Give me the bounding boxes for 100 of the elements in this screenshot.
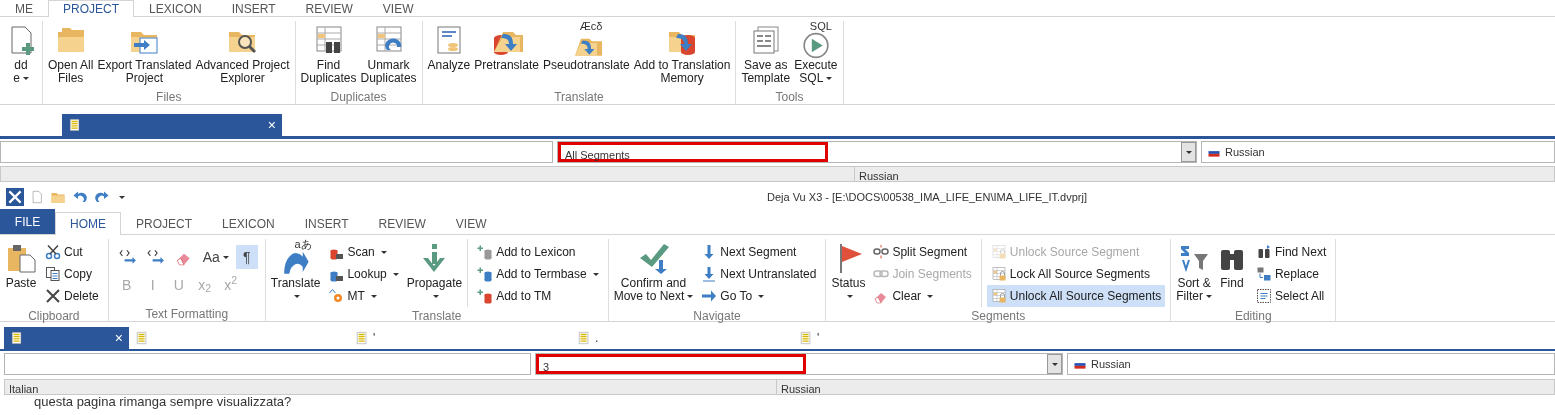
database-plus-icon: [477, 266, 494, 282]
group-label: Clipboard: [27, 308, 81, 323]
ribbon-button[interactable]: Pretranslate: [472, 21, 541, 72]
filter-combo[interactable]: 3: [535, 353, 1063, 375]
ribbon-button[interactable]: Export Translated Project: [95, 21, 194, 85]
dropdown-button[interactable]: [1181, 142, 1196, 162]
ribbon-tab[interactable]: ME: [0, 0, 48, 16]
group-label: Navigate: [692, 308, 742, 323]
group-label: Files: [155, 89, 183, 104]
ribbon-button[interactable]: dd e: [3, 21, 39, 85]
dropdown-button[interactable]: [1047, 354, 1062, 374]
ribbon-tab[interactable]: REVIEW: [363, 212, 441, 234]
ribbon-tab[interactable]: VIEW: [367, 0, 429, 16]
database-plus-icon: [477, 288, 494, 304]
app-logo-icon: [6, 188, 24, 206]
ribbon-button[interactable]: MT: [324, 285, 403, 307]
file-tab[interactable]: FILE: [0, 209, 55, 234]
input-field[interactable]: [0, 141, 553, 163]
copy-icon: [45, 266, 61, 282]
scissors-icon: [45, 244, 61, 260]
document-tab[interactable]: ×: [62, 114, 282, 136]
column-header: Russian: [776, 380, 825, 394]
ribbon-tab[interactable]: PROJECT: [121, 212, 207, 234]
filter-value: 3: [536, 354, 806, 374]
ribbon-tab[interactable]: REVIEW: [290, 0, 368, 16]
ribbon-button[interactable]: Unmark Duplicates: [358, 21, 419, 85]
right-arrow-icon: [701, 288, 718, 304]
icon-label: aあ: [294, 239, 312, 250]
ribbon-button[interactable]: Add to TM: [473, 285, 603, 307]
ribbon-button[interactable]: SQL Execute SQL: [792, 21, 840, 85]
ribbon-button[interactable]: Delete: [41, 285, 103, 307]
ribbon-button[interactable]: Propagate: [404, 239, 465, 303]
select-all-icon: [1255, 288, 1272, 304]
document-icon: [799, 331, 813, 345]
tag-arrow-icon: [146, 248, 165, 266]
ribbon-button[interactable]: Lookup: [324, 263, 403, 285]
group-label: Tools: [774, 89, 805, 104]
replace-icon: [1255, 266, 1272, 282]
document-icon: [577, 331, 591, 345]
ribbon-button[interactable]: Replace: [1251, 263, 1331, 285]
ribbon-button[interactable]: Find: [1213, 239, 1250, 290]
ribbon-button[interactable]: Find Next: [1251, 241, 1331, 263]
ribbon-button[interactable]: Go To: [697, 285, 821, 307]
document-icon: [68, 118, 82, 132]
close-icon[interactable]: ×: [114, 327, 123, 349]
group-label: Text Formatting: [144, 306, 230, 321]
language-selector[interactable]: Russian: [1201, 141, 1555, 163]
input-field[interactable]: [4, 353, 531, 375]
document-tab[interactable]: ×: [4, 327, 129, 349]
ribbon-button[interactable]: Scan: [324, 241, 403, 263]
ribbon-button[interactable]: Clear: [869, 285, 976, 307]
document-icon: [135, 331, 149, 345]
ribbon-button[interactable]: Next Segment: [697, 241, 821, 263]
ribbon-button[interactable]: Lock All Source Segments: [986, 263, 1166, 285]
ribbon-button[interactable]: Paste: [3, 239, 39, 290]
format-button[interactable]: ¶: [235, 245, 258, 269]
ribbon-button[interactable]: Cut: [41, 241, 103, 263]
new-document-icon: [30, 190, 44, 204]
ribbon-button[interactable]: Find Duplicates: [298, 21, 359, 85]
ribbon-button[interactable]: Unlock All Source Segments: [986, 285, 1166, 307]
ribbon-button[interactable]: aあ Translate: [268, 239, 323, 303]
ribbon-button[interactable]: Add to Translation Memory: [631, 21, 733, 85]
format-button[interactable]: Aa: [199, 245, 232, 269]
ribbon-button[interactable]: Add to Termbase: [473, 263, 603, 285]
column-header: Russian: [854, 167, 903, 181]
group-label: Segments: [970, 308, 1027, 323]
ribbon-button[interactable]: Confirm and Move to Next: [611, 239, 696, 303]
ribbon-button[interactable]: Æcδ Pseudotranslate: [540, 21, 632, 72]
icon-label: SQL: [809, 21, 832, 32]
redo-icon: [94, 189, 110, 205]
group-label: Translate: [410, 308, 463, 323]
ribbon-button[interactable]: Sort & Filter: [1174, 239, 1214, 303]
ribbon-button[interactable]: Copy: [41, 263, 103, 285]
ribbon-tab[interactable]: INSERT: [216, 0, 291, 16]
ribbon-button[interactable]: Analyze: [425, 21, 473, 72]
ribbon-tab[interactable]: VIEW: [440, 212, 502, 234]
ribbon-button[interactable]: Status: [829, 239, 868, 303]
filter-value: All Segments: [558, 142, 828, 162]
ribbon-button[interactable]: Split Segment: [869, 241, 976, 263]
ribbon-button[interactable]: Advanced Project Explorer: [193, 21, 292, 85]
ribbon-button[interactable]: Open All Files: [46, 21, 96, 85]
ribbon-button[interactable]: Save as Template: [739, 21, 793, 85]
document-tab[interactable]: ': [349, 327, 571, 349]
document-tab[interactable]: .: [571, 327, 793, 349]
ribbon-button[interactable]: Add to Lexicon: [473, 241, 603, 263]
ribbon-button[interactable]: Next Untranslated: [697, 263, 821, 285]
close-icon[interactable]: ×: [267, 114, 276, 136]
document-tab[interactable]: ': [793, 327, 993, 349]
ribbon-tab[interactable]: PROJECT: [48, 0, 134, 17]
ribbon-tab[interactable]: INSERT: [289, 212, 364, 234]
ribbon-tab[interactable]: HOME: [55, 212, 121, 235]
ribbon-tab[interactable]: LEXICON: [207, 212, 290, 234]
language-selector[interactable]: Russian: [1067, 353, 1555, 375]
filter-combo[interactable]: All Segments: [557, 141, 1197, 163]
customize-caret-icon[interactable]: [119, 195, 125, 199]
undo-icon: [72, 189, 88, 205]
paste-icon: [5, 242, 37, 274]
ribbon-button[interactable]: Select All: [1251, 285, 1331, 307]
tag-arrow-icon: [118, 248, 137, 266]
ribbon-tab[interactable]: LEXICON: [134, 0, 217, 16]
